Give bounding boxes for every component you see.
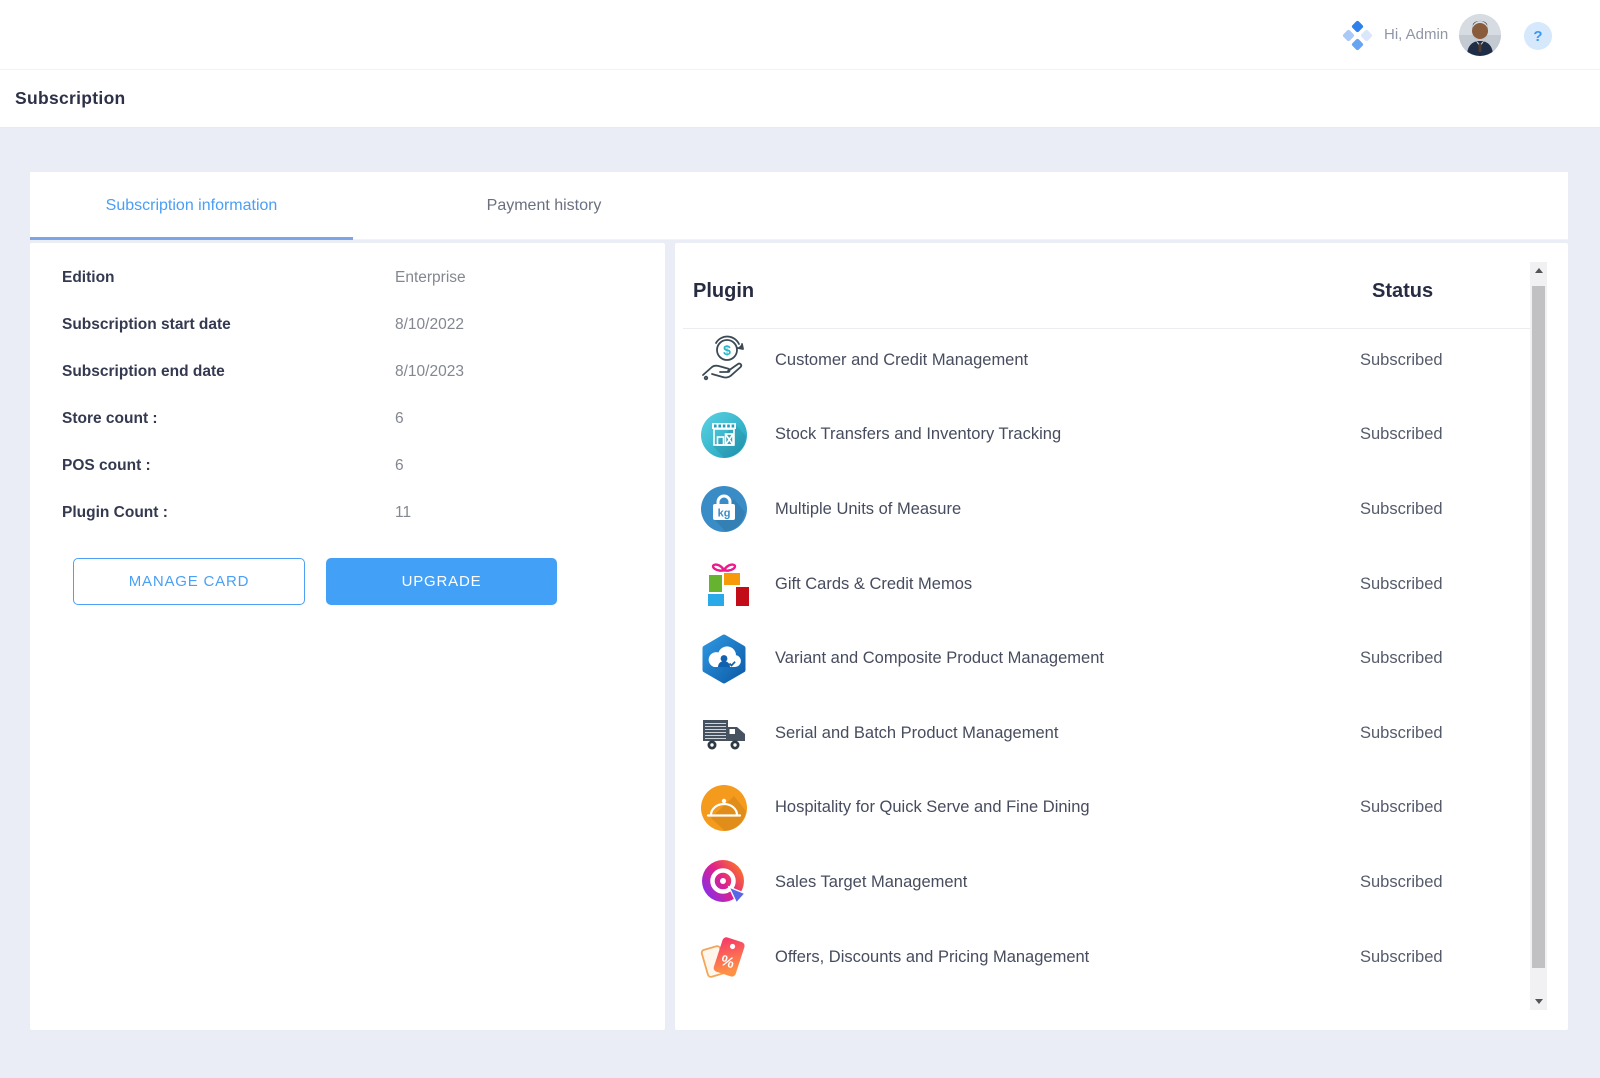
avatar[interactable] bbox=[1459, 14, 1501, 56]
info-label: Edition bbox=[62, 269, 115, 287]
plugin-column-header: Plugin bbox=[693, 280, 754, 303]
hand-coin-icon bbox=[698, 334, 750, 386]
plugin-name: Stock Transfers and Inventory Tracking bbox=[775, 425, 1061, 444]
diamond-shape bbox=[1342, 29, 1355, 42]
info-row-plugin-count: Plugin Count : 11 bbox=[30, 504, 665, 524]
info-value: 8/10/2022 bbox=[395, 316, 464, 334]
info-label: POS count : bbox=[62, 457, 151, 475]
gift-icon bbox=[698, 558, 750, 610]
info-row-pos-count: POS count : 6 bbox=[30, 457, 665, 477]
status-badge: Subscribed bbox=[1360, 798, 1443, 817]
store-icon bbox=[698, 409, 750, 461]
cloud-hexagon-icon bbox=[698, 633, 750, 685]
help-icon: ? bbox=[1533, 28, 1542, 45]
plugin-name: Hospitality for Quick Serve and Fine Din… bbox=[775, 798, 1090, 817]
info-label: Store count : bbox=[62, 410, 158, 428]
status-badge: Subscribed bbox=[1360, 948, 1443, 967]
info-label: Plugin Count : bbox=[62, 504, 168, 522]
diamond-shape bbox=[1351, 20, 1364, 33]
scrollbar-thumb[interactable] bbox=[1532, 286, 1545, 968]
price-tag-icon bbox=[698, 931, 750, 983]
title-bar: Subscription bbox=[0, 70, 1600, 128]
tab-label: Subscription information bbox=[106, 197, 278, 215]
help-button[interactable]: ? bbox=[1524, 22, 1552, 50]
active-tab-underline bbox=[30, 237, 353, 240]
cloche-icon bbox=[698, 782, 750, 834]
page-title: Subscription bbox=[15, 88, 126, 109]
info-row-start-date: Subscription start date 8/10/2022 bbox=[30, 316, 665, 336]
info-label: Subscription end date bbox=[62, 363, 225, 381]
status-badge: Subscribed bbox=[1360, 649, 1443, 668]
plugin-row: Stock Transfers and Inventory Tracking S… bbox=[675, 398, 1530, 473]
plugin-name: Gift Cards & Credit Memos bbox=[775, 575, 972, 594]
plugin-row: Customer and Credit Management Subscribe… bbox=[675, 323, 1530, 398]
status-badge: Subscribed bbox=[1360, 425, 1443, 444]
truck-icon bbox=[698, 707, 750, 759]
subscription-screen: Hi, Admin ? Subscription Subscription in… bbox=[0, 0, 1600, 1078]
upgrade-button[interactable]: UPGRADE bbox=[326, 558, 557, 605]
info-value: 8/10/2023 bbox=[395, 363, 464, 381]
status-badge: Subscribed bbox=[1360, 575, 1443, 594]
plugin-row: Sales Target Management Subscribed bbox=[675, 845, 1530, 920]
status-badge: Subscribed bbox=[1360, 724, 1443, 743]
subscription-info-panel: Edition Enterprise Subscription start da… bbox=[30, 243, 665, 1030]
info-value: Enterprise bbox=[395, 269, 466, 287]
app-launcher-icon[interactable] bbox=[1344, 21, 1372, 49]
plugin-row: Variant and Composite Product Management… bbox=[675, 621, 1530, 696]
info-value: 6 bbox=[395, 457, 404, 475]
top-bar: Hi, Admin ? bbox=[0, 0, 1600, 70]
plugin-list: Customer and Credit Management Subscribe… bbox=[675, 323, 1530, 1030]
plugin-row: Gift Cards & Credit Memos Subscribed bbox=[675, 547, 1530, 622]
avatar-image bbox=[1459, 14, 1501, 56]
plugin-name: Sales Target Management bbox=[775, 873, 967, 892]
diamond-shape bbox=[1360, 29, 1373, 42]
manage-card-button[interactable]: MANAGE CARD bbox=[73, 558, 305, 605]
plugin-row: Hospitality for Quick Serve and Fine Din… bbox=[675, 771, 1530, 846]
plugin-row: Serial and Batch Product Management Subs… bbox=[675, 696, 1530, 771]
info-label: Subscription start date bbox=[62, 316, 231, 334]
info-row-edition: Edition Enterprise bbox=[30, 269, 665, 289]
plugin-name: Serial and Batch Product Management bbox=[775, 724, 1058, 743]
plugin-panel: Plugin Status Customer and Credit Manage… bbox=[675, 243, 1568, 1030]
kg-bag-icon bbox=[698, 483, 750, 535]
target-icon bbox=[698, 856, 750, 908]
plugin-name: Variant and Composite Product Management bbox=[775, 649, 1104, 668]
tab-bar: Subscription information Payment history bbox=[30, 172, 1568, 240]
status-badge: Subscribed bbox=[1360, 351, 1443, 370]
arrow-glyph bbox=[1535, 268, 1543, 273]
status-badge: Subscribed bbox=[1360, 873, 1443, 892]
scroll-down-arrow-icon[interactable] bbox=[1530, 993, 1547, 1010]
info-row-end-date: Subscription end date 8/10/2023 bbox=[30, 363, 665, 383]
plugin-row: Multiple Units of Measure Subscribed bbox=[675, 472, 1530, 547]
diamond-shape bbox=[1351, 38, 1364, 51]
tab-label: Payment history bbox=[487, 197, 602, 215]
info-value: 6 bbox=[395, 410, 404, 428]
scroll-up-arrow-icon[interactable] bbox=[1530, 262, 1547, 279]
plugin-name: Customer and Credit Management bbox=[775, 351, 1028, 370]
status-badge: Subscribed bbox=[1360, 500, 1443, 519]
info-value: 11 bbox=[395, 504, 411, 522]
tab-subscription-information[interactable]: Subscription information bbox=[30, 172, 353, 240]
info-row-store-count: Store count : 6 bbox=[30, 410, 665, 430]
plugin-name: Offers, Discounts and Pricing Management bbox=[775, 948, 1089, 967]
status-column-header: Status bbox=[1372, 280, 1433, 303]
scrollbar[interactable] bbox=[1530, 262, 1547, 1010]
user-greeting: Hi, Admin bbox=[1384, 26, 1448, 43]
arrow-glyph bbox=[1535, 999, 1543, 1004]
plugin-row: Offers, Discounts and Pricing Management… bbox=[675, 920, 1530, 995]
plugin-name: Multiple Units of Measure bbox=[775, 500, 961, 519]
tab-payment-history[interactable]: Payment history bbox=[383, 172, 705, 240]
